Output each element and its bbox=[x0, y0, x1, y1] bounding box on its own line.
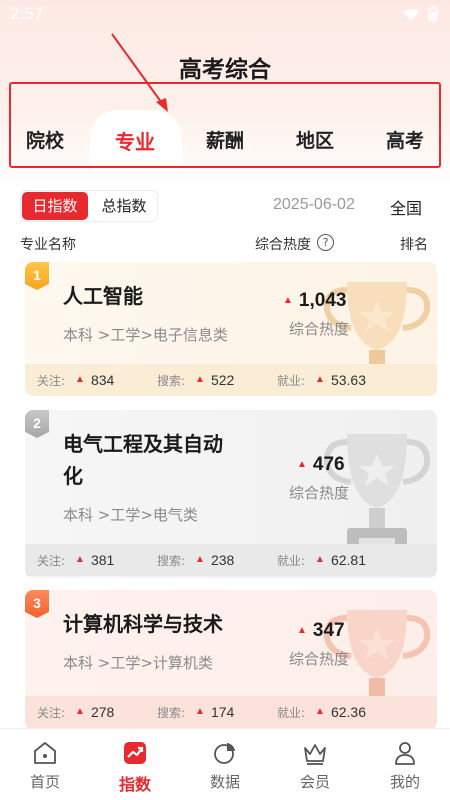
heat-value: ▲ 347 bbox=[297, 620, 345, 641]
nav-label: 会员 bbox=[299, 773, 330, 791]
tab-regions[interactable]: 地区 bbox=[280, 126, 350, 153]
trend-up-icon: ▲ bbox=[75, 374, 85, 385]
trend-up-icon: ▲ bbox=[297, 625, 307, 636]
heat-value: ▲ 476 bbox=[297, 454, 345, 475]
rank-badge: 2 bbox=[25, 410, 49, 438]
major-name: 电气工程及其自动化 bbox=[63, 432, 223, 488]
crown-icon bbox=[304, 744, 326, 765]
major-category-path: 本科 >工学>电气类 bbox=[63, 506, 198, 524]
tab-majors[interactable]: 专业 bbox=[100, 126, 170, 155]
search-stat: 搜索: ▲ 174 bbox=[157, 704, 235, 720]
heat-value: ▲ 1,043 bbox=[283, 290, 347, 311]
nav-label: 我的 bbox=[389, 773, 420, 791]
search-stat: 搜索: ▲ 238 bbox=[157, 552, 235, 568]
employment-stat: 就业: ▲ 53.63 bbox=[277, 372, 366, 388]
major-name: 人工智能 bbox=[63, 284, 143, 308]
nav-label: 指数 bbox=[118, 775, 151, 794]
heat-label: 综合热度 bbox=[289, 650, 350, 668]
nav-index[interactable]: 指数 bbox=[90, 729, 180, 800]
search-stat: 搜索: ▲ 522 bbox=[157, 372, 235, 388]
major-name: 计算机科学与技术 bbox=[63, 612, 223, 636]
column-heat: 综合热度 bbox=[255, 237, 311, 253]
trend-chart-icon bbox=[124, 742, 146, 764]
status-icons bbox=[402, 6, 438, 26]
wifi-icon bbox=[402, 7, 420, 26]
trend-up-icon: ▲ bbox=[75, 706, 85, 717]
heat-label: 综合热度 bbox=[289, 320, 350, 338]
user-icon bbox=[395, 742, 415, 765]
trend-up-icon: ▲ bbox=[195, 374, 205, 385]
trend-up-icon: ▲ bbox=[283, 295, 293, 306]
date-selector[interactable]: 2025-06-02 bbox=[273, 196, 355, 214]
home-icon bbox=[34, 742, 56, 764]
major-category-path: 本科 >工学>计算机类 bbox=[63, 654, 213, 672]
trend-up-icon: ▲ bbox=[297, 459, 307, 470]
ranking-card[interactable]: 2 电气工程及其自动化 本科 >工学>电气类 ▲ 476 综合热度 关注: ▲ 381… bbox=[25, 410, 437, 578]
follow-stat: 关注: ▲ 381 bbox=[37, 552, 115, 568]
table-header: 专业名称 综合热度 ? 排名 bbox=[20, 232, 432, 254]
stats-bar: 关注: ▲ 834 搜索: ▲ 522 就业: ▲ 53.63 bbox=[25, 364, 437, 396]
battery-icon bbox=[428, 6, 438, 26]
filter-row: 日指数 总指数 2025-06-02 全国 bbox=[20, 190, 434, 224]
trend-up-icon: ▲ bbox=[315, 706, 325, 717]
tabs-highlight-box bbox=[9, 82, 441, 168]
nav-label: 数据 bbox=[209, 773, 240, 791]
index-type-switch: 日指数 总指数 bbox=[20, 190, 158, 222]
nav-home[interactable]: 首页 bbox=[0, 729, 90, 800]
rank-badge: 1 bbox=[25, 262, 49, 290]
rank-badge: 3 bbox=[25, 590, 49, 618]
employment-stat: 就业: ▲ 62.36 bbox=[277, 704, 366, 720]
nav-profile[interactable]: 我的 bbox=[360, 729, 450, 800]
trend-up-icon: ▲ bbox=[195, 554, 205, 565]
tab-colleges[interactable]: 院校 bbox=[10, 126, 80, 153]
major-category-path: 本科 >工学>电子信息类 bbox=[63, 326, 228, 344]
employment-stat: 就业: ▲ 62.81 bbox=[277, 552, 366, 568]
tab-gaokao[interactable]: 高考 bbox=[370, 126, 440, 153]
help-icon[interactable]: ? bbox=[317, 234, 334, 251]
follow-stat: 关注: ▲ 834 bbox=[37, 372, 115, 388]
ranking-card[interactable]: 3 计算机科学与技术 本科 >工学>计算机类 ▲ 347 综合热度 关注: ▲ 278… bbox=[25, 590, 437, 730]
column-rank: 排名 bbox=[400, 237, 428, 253]
tab-salary[interactable]: 薪酬 bbox=[190, 126, 260, 153]
trend-up-icon: ▲ bbox=[75, 554, 85, 565]
nav-member[interactable]: 会员 bbox=[270, 729, 360, 800]
region-selector[interactable]: 全国 bbox=[390, 195, 422, 219]
stats-bar: 关注: ▲ 278 搜索: ▲ 174 就业: ▲ 62.36 bbox=[25, 696, 437, 728]
stats-bar: 关注: ▲ 381 搜索: ▲ 238 就业: ▲ 62.81 bbox=[25, 544, 437, 576]
follow-stat: 关注: ▲ 278 bbox=[37, 704, 115, 720]
bottom-nav: 首页 指数 数据 会员 我的 bbox=[0, 728, 450, 800]
day-index-button[interactable]: 日指数 bbox=[22, 192, 88, 220]
trend-up-icon: ▲ bbox=[315, 554, 325, 565]
total-index-button[interactable]: 总指数 bbox=[91, 192, 157, 220]
nav-data[interactable]: 数据 bbox=[180, 729, 270, 800]
trend-up-icon: ▲ bbox=[315, 374, 325, 385]
pie-chart-icon bbox=[214, 743, 235, 764]
status-bar: 2:57 bbox=[0, 0, 450, 30]
ranking-card[interactable]: 1 人工智能 本科 >工学>电子信息类 ▲ 1,043 综合热度 关注: ▲ 834 … bbox=[25, 262, 437, 396]
status-time: 2:57 bbox=[10, 4, 44, 23]
column-major-name: 专业名称 bbox=[20, 237, 76, 253]
nav-label: 首页 bbox=[29, 773, 60, 791]
heat-label: 综合热度 bbox=[289, 484, 350, 502]
trend-up-icon: ▲ bbox=[195, 706, 205, 717]
page-title: 高考综合 bbox=[179, 57, 271, 83]
